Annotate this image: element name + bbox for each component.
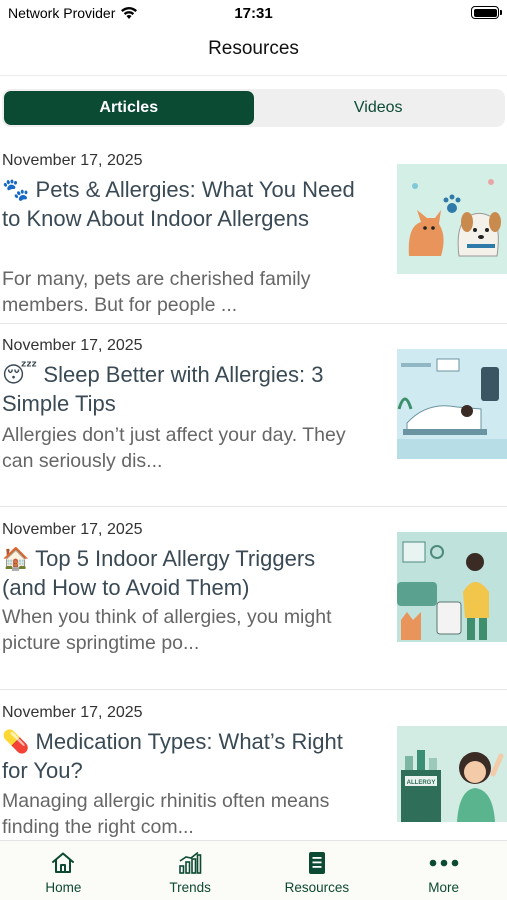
cat-dog-illustration: [397, 164, 507, 274]
article-excerpt: For many, pets are cherished family memb…: [2, 268, 311, 316]
ellipsis-icon: [429, 859, 458, 867]
house-icon: [52, 852, 75, 873]
document-icon: [308, 852, 325, 874]
article-title: 🏠 Top 5 Indoor Allergy Triggers (and How…: [2, 546, 316, 600]
sleeping-face-icon: 😴: [2, 362, 38, 387]
article-card[interactable]: November 17, 2025 🏠 Top 5 Indoor Allergy…: [0, 506, 507, 689]
pill-icon: 💊: [2, 729, 30, 754]
article-title: 🐾 Pets & Allergies: What You Need to Kno…: [2, 177, 355, 231]
article-thumbnail: [397, 532, 507, 642]
tab-trends[interactable]: Trends: [127, 841, 254, 900]
pharmacy-illustration: ALLERGY: [397, 726, 507, 822]
bedroom-illustration: [397, 349, 507, 459]
article-date: November 17, 2025: [2, 337, 143, 354]
article-thumbnail: ALLERGY: [397, 726, 507, 822]
tab-home[interactable]: Home: [0, 841, 127, 900]
article-excerpt: When you think of allergies, you might p…: [2, 606, 332, 654]
article-title: 😴 Sleep Better with Allergies: 3 Simple …: [2, 362, 324, 416]
tab-resources-label: Resources: [284, 880, 350, 895]
chart-icon: [179, 851, 202, 874]
article-card[interactable]: November 17, 2025 😴 Sleep Better with Al…: [0, 323, 507, 506]
article-thumbnail: [397, 349, 507, 459]
article-date: November 17, 2025: [2, 152, 143, 169]
tab-more[interactable]: More: [380, 841, 507, 900]
segmented-control: Articles Videos: [2, 89, 505, 127]
article-title: 💊 Medication Types: What’s Right for You…: [2, 729, 343, 783]
status-bar: Network Provider 17:31: [0, 0, 507, 28]
article-date: November 17, 2025: [2, 521, 143, 538]
article-excerpt: Managing allergic rhinitis often means f…: [2, 790, 330, 838]
house-emoji-icon: 🏠: [2, 546, 30, 571]
battery-icon: [471, 6, 502, 19]
article-card[interactable]: November 17, 2025 🐾 Pets & Allergies: Wh…: [0, 152, 507, 335]
tab-trends-label: Trends: [169, 880, 211, 895]
tab-resources[interactable]: Resources: [254, 841, 381, 900]
tab-videos[interactable]: Videos: [254, 91, 504, 125]
clock: 17:31: [234, 5, 273, 22]
nav-divider: [0, 75, 507, 76]
room-cleaning-illustration: [397, 532, 507, 642]
thumb-allergy-label: ALLERGY: [407, 780, 436, 786]
tab-more-label: More: [428, 880, 459, 895]
article-date: November 17, 2025: [2, 704, 143, 721]
page-title: Resources: [208, 38, 299, 59]
tab-articles[interactable]: Articles: [4, 91, 254, 125]
tab-home-label: Home: [45, 880, 82, 895]
paw-prints-icon: 🐾: [2, 177, 30, 202]
bottom-tab-bar: Home Trends Resources More: [0, 840, 507, 900]
article-thumbnail: [397, 164, 507, 274]
article-excerpt: Allergies don’t just affect your day. Th…: [2, 424, 346, 472]
